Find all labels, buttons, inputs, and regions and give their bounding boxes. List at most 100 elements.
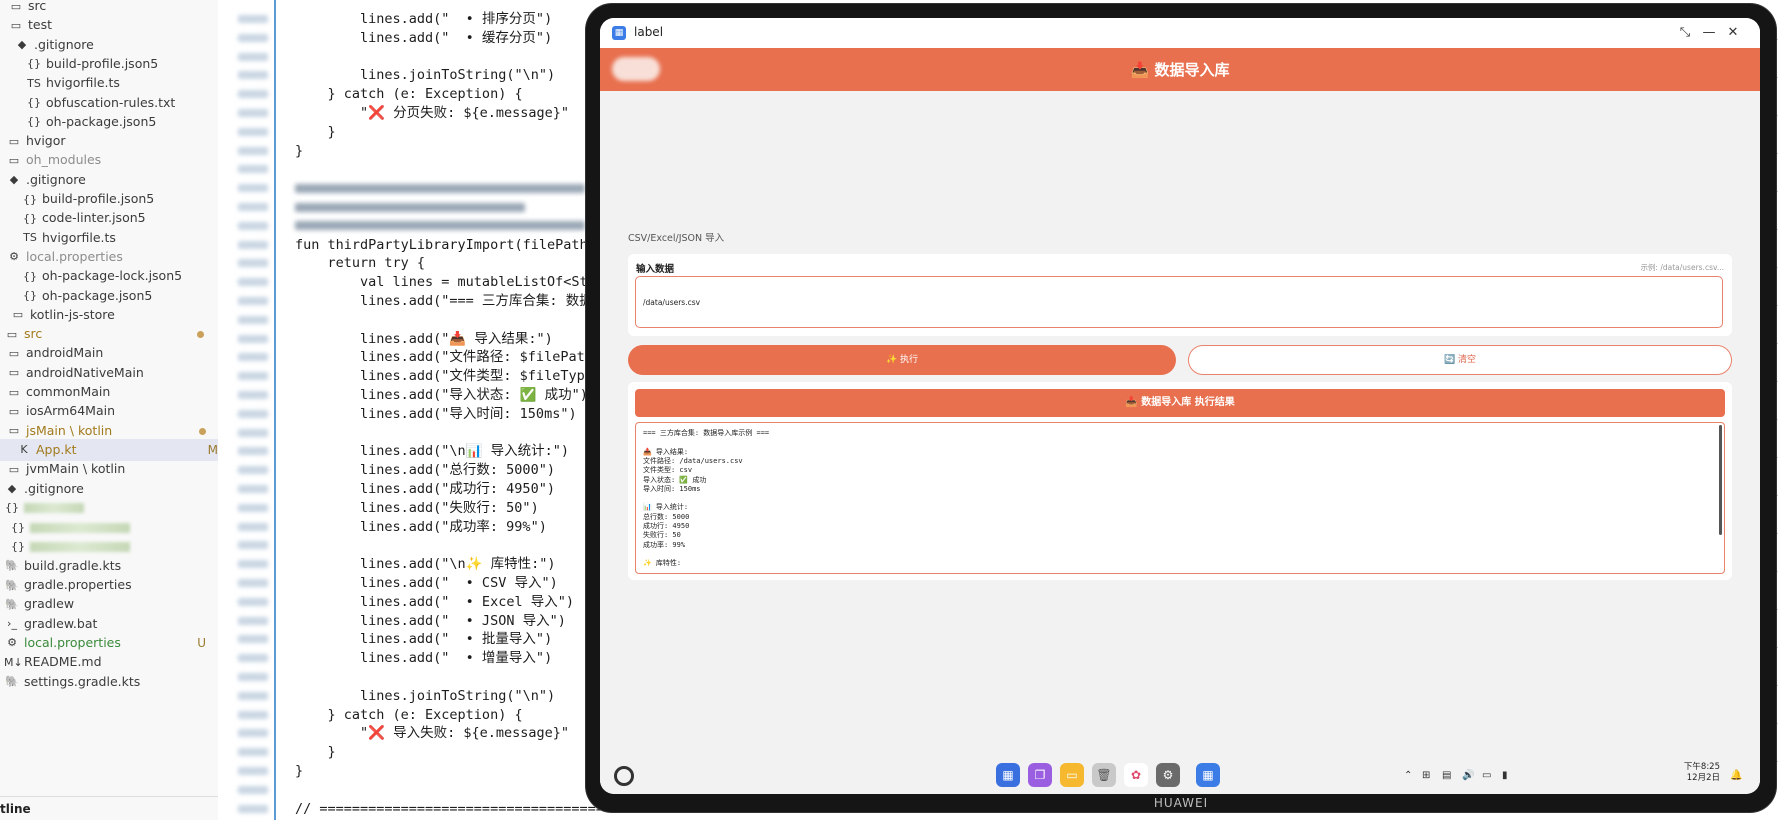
line-number — [238, 297, 268, 305]
line-number — [238, 447, 268, 456]
battery-icon[interactable]: ▮ — [1502, 770, 1508, 781]
line-number — [238, 52, 268, 61]
line-number — [238, 165, 268, 174]
code-line[interactable]: lines.add(" • 增量导入") — [295, 649, 552, 668]
code-line[interactable]: return try { — [295, 254, 426, 273]
code-line[interactable]: lines.add("总行数: 5000") — [295, 461, 555, 480]
restore-icon[interactable]: ⤡ — [1674, 22, 1696, 44]
code-line[interactable]: lines.add(" • JSON 导入") — [295, 612, 566, 631]
data-input-field[interactable]: /data/users.csv — [635, 276, 1723, 328]
code-line[interactable] — [295, 217, 585, 236]
code-line[interactable]: lines.add(" • CSV 导入") — [295, 574, 558, 593]
sidebar-item-label: README.md — [24, 654, 102, 670]
code-line[interactable]: } catch (e: Exception) { — [295, 85, 523, 104]
result-line: 文件类型: csv — [643, 466, 693, 475]
result-title: 📥 数据导入库 执行结果 — [635, 389, 1725, 417]
result-output[interactable]: === 三方库合集: 数据导入库示例 === 📥 导入结果: 文件路径: /data… — [635, 422, 1725, 574]
sidebar-item-label: gradlew — [24, 596, 75, 612]
label-app-icon[interactable]: ▦ — [1196, 763, 1220, 787]
line-number — [238, 748, 268, 757]
line-number — [238, 184, 268, 193]
code-line[interactable]: } — [295, 142, 303, 161]
code-line[interactable]: fun thirdPartyLibraryImport(filePath: — [295, 236, 596, 255]
window-title: label — [634, 25, 664, 39]
files-icon[interactable]: ▭ — [1060, 763, 1084, 787]
tablet-emulator: ▦ label ⤡ — ✕ 📥 数据导入库 CSV/Excel/JSON 导入 … — [586, 4, 1776, 812]
code-line[interactable]: lines.joinToString("\n") — [295, 66, 555, 85]
volume-icon[interactable]: 🔊 — [1462, 770, 1474, 781]
input-hint: 示例: /data/users.csv... — [1640, 263, 1724, 272]
input-label: 输入数据 — [636, 264, 675, 275]
code-line[interactable]: lines.add("\n📊 导入统计:") — [295, 442, 569, 461]
code-line[interactable]: lines.add("失败行: 50") — [295, 499, 539, 518]
code-line[interactable]: lines.add("导入状态: ✅ 成功") — [295, 386, 588, 405]
outline-panel-header[interactable]: tline — [0, 796, 218, 820]
app-grid-icon[interactable]: ▦ — [996, 763, 1020, 787]
sidebar-item-label: code-linter.json5 — [42, 210, 146, 226]
bell-icon[interactable]: 🔔 — [1730, 770, 1742, 781]
clear-button[interactable]: 🔄 清空 — [1188, 345, 1732, 375]
code-line[interactable]: lines.add("=== 三方库合集: 数据 — [295, 292, 593, 311]
line-number — [238, 221, 268, 230]
page-title: 📥 数据导入库 — [1130, 61, 1230, 79]
code-line[interactable]: lines.add(" • Excel 导入") — [295, 593, 574, 612]
multitask-icon[interactable]: ❐ — [1028, 763, 1052, 787]
line-number — [238, 691, 268, 700]
chevron-up-icon[interactable]: ⌃ — [1404, 770, 1412, 781]
taskbar: ▦ ❐ ▭ 🗑 ✿ ⚙ ▦ ⌃ ⊞ ▤ 🔊 ▭ ▮ 下午8:25 12月2日 🔔 — [600, 758, 1760, 794]
sidebar-item-label: obfuscation-rules.txt — [46, 94, 176, 110]
code-line[interactable]: lines.add(" • 缓存分页") — [295, 29, 552, 48]
execute-button[interactable]: ✨ 执行 — [628, 345, 1176, 375]
code-line[interactable] — [295, 198, 525, 217]
code-line[interactable]: lines.add("\n✨ 库特性:") — [295, 555, 556, 574]
line-number — [238, 409, 268, 418]
code-line[interactable]: lines.add("导入时间: 150ms") — [295, 405, 577, 424]
sidebar-item-label: iosArm64Main — [26, 403, 116, 419]
code-line[interactable]: } catch (e: Exception) { — [295, 706, 523, 725]
line-number — [238, 259, 268, 268]
line-number — [238, 71, 268, 80]
sidebar-item-label: src — [28, 0, 47, 13]
code-line[interactable]: } — [295, 762, 303, 781]
sidebar-item[interactable]: 🐘 settings.gradle.kts — [0, 671, 218, 693]
code-line[interactable]: lines.add("成功行: 4950") — [295, 480, 555, 499]
redacted-label — [30, 541, 130, 552]
code-line[interactable] — [295, 179, 585, 198]
code-line[interactable]: "❌ 导入失败: ${e.message}" — [295, 724, 569, 743]
code-line[interactable]: lines.joinToString("\n") — [295, 687, 555, 706]
code-line[interactable]: lines.add(" • 批量导入") — [295, 630, 552, 649]
code-line[interactable]: val lines = mutableListOf<Stri — [295, 273, 604, 292]
settings-icon[interactable]: ⚙ — [1156, 763, 1180, 787]
line-number — [238, 767, 268, 775]
display-icon[interactable]: ▭ — [1482, 770, 1491, 781]
scrollbar[interactable] — [1719, 425, 1722, 535]
sidebar-item-label: commonMain — [26, 384, 111, 399]
line-number — [238, 616, 268, 625]
code-line[interactable]: lines.add(" • 排序分页") — [295, 10, 552, 29]
notes-icon[interactable]: ▤ — [1442, 770, 1451, 781]
clock[interactable]: 下午8:25 12月2日 — [1684, 762, 1720, 784]
line-number — [238, 522, 268, 531]
line-number — [238, 579, 268, 587]
code-line[interactable]: } — [295, 123, 336, 142]
code-line[interactable]: lines.add("文件路径: $filePath" — [295, 348, 601, 367]
tablet-screen: ▦ label ⤡ — ✕ 📥 数据导入库 CSV/Excel/JSON 导入 … — [600, 18, 1760, 794]
sidebar-item-label: oh_modules — [26, 152, 102, 168]
line-number — [238, 503, 268, 512]
close-button[interactable]: ✕ — [1722, 22, 1744, 44]
line-number — [238, 804, 268, 813]
code-line[interactable]: lines.add("📥 导入结果:") — [295, 330, 553, 349]
start-icon[interactable] — [614, 766, 634, 786]
gallery-icon[interactable]: ✿ — [1124, 763, 1148, 787]
sidebar-item-label: App.kt — [36, 441, 77, 457]
sidebar-item-label: hvigor — [26, 133, 66, 149]
code-line[interactable]: "❌ 分页失败: ${e.message}" — [295, 104, 569, 123]
input-method-icon[interactable]: ⊞ — [1422, 770, 1430, 781]
minimize-button[interactable]: — — [1698, 22, 1720, 44]
trash-icon[interactable]: 🗑 — [1092, 763, 1116, 787]
redacted-comment — [295, 202, 525, 212]
code-line[interactable]: } — [295, 743, 336, 762]
code-line[interactable]: lines.add("成功率: 99%") — [295, 518, 547, 537]
code-line[interactable]: lines.add("文件类型: $fileType" — [295, 367, 601, 386]
line-number — [238, 785, 268, 794]
